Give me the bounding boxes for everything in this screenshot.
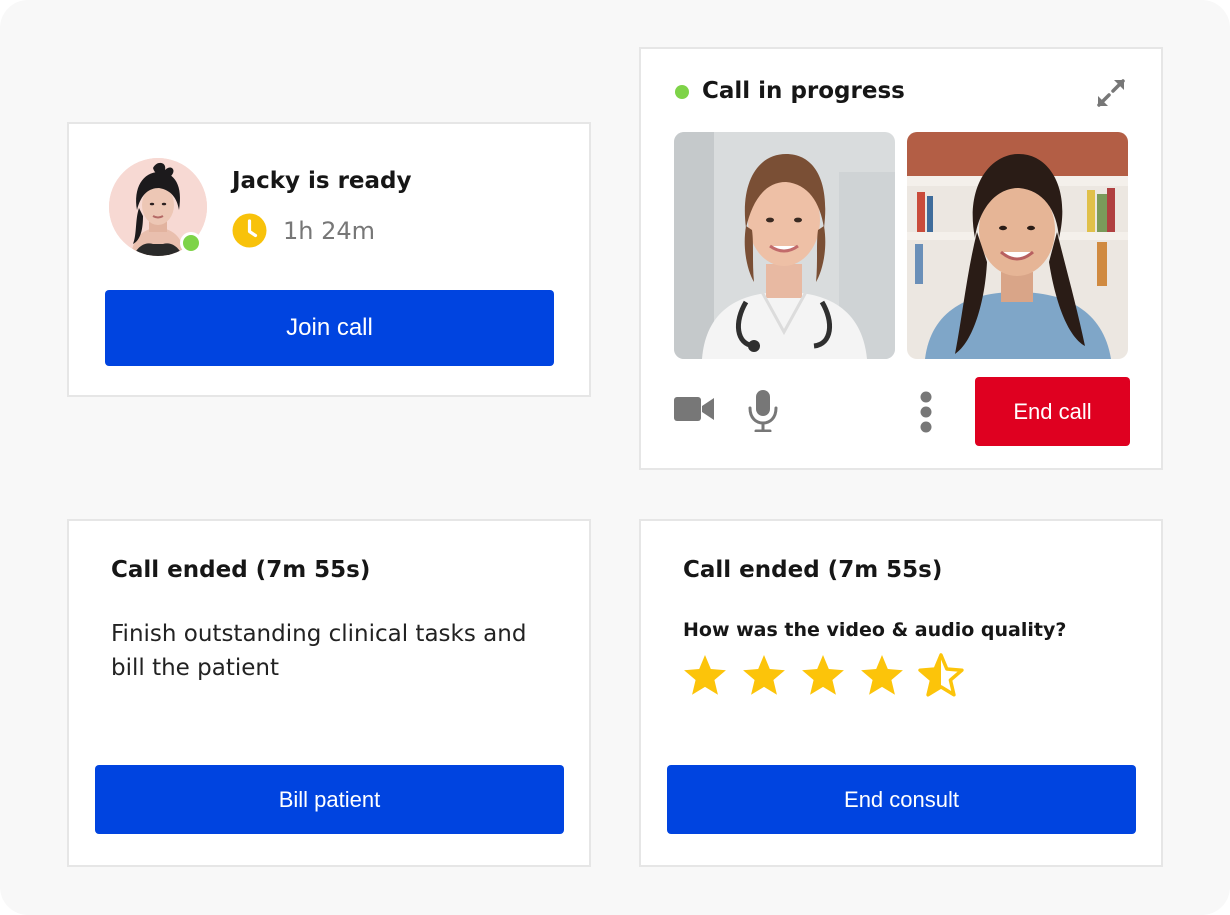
microphone-icon[interactable] xyxy=(748,390,778,432)
call-ended-billing-card: Call ended (7m 55s) Finish outstanding c… xyxy=(67,519,591,867)
clock-icon xyxy=(232,213,267,248)
call-ended-rating-card: Call ended (7m 55s) How was the video & … xyxy=(639,519,1163,867)
star-icon-2[interactable] xyxy=(743,655,785,695)
call-title: Call in progress xyxy=(702,78,905,104)
canvas: Jacky is ready 1h 24m Join call Call in … xyxy=(0,0,1230,915)
video-tile-doctor xyxy=(674,132,895,359)
expand-icon[interactable] xyxy=(1093,75,1129,111)
call-ended-title: Call ended (7m 55s) xyxy=(683,557,943,583)
star-icon-5[interactable] xyxy=(918,653,964,697)
end-consult-button[interactable]: End consult xyxy=(667,765,1136,834)
star-icon-4[interactable] xyxy=(861,655,903,695)
video-tile-patient xyxy=(907,132,1128,359)
wait-time: 1h 24m xyxy=(283,217,376,245)
live-status-dot xyxy=(675,85,689,99)
tasks-message: Finish outstanding clinical tasks and bi… xyxy=(111,621,527,681)
quality-question: How was the video & audio quality? xyxy=(683,619,1067,641)
patient-ready-card: Jacky is ready 1h 24m Join call xyxy=(67,122,591,397)
star-rating[interactable] xyxy=(683,653,973,701)
bill-patient-button[interactable]: Bill patient xyxy=(95,765,564,834)
online-status-dot xyxy=(180,232,202,254)
star-icon-1[interactable] xyxy=(684,655,726,695)
more-vertical-icon[interactable] xyxy=(918,391,934,433)
call-ended-title: Call ended (7m 55s) xyxy=(111,557,371,583)
video-camera-icon[interactable] xyxy=(674,395,714,423)
end-call-button[interactable]: End call xyxy=(975,377,1130,446)
call-in-progress-card: Call in progress End call xyxy=(639,47,1163,470)
join-call-button[interactable]: Join call xyxy=(105,290,554,366)
ready-title: Jacky is ready xyxy=(232,168,412,194)
star-icon-3[interactable] xyxy=(802,655,844,695)
